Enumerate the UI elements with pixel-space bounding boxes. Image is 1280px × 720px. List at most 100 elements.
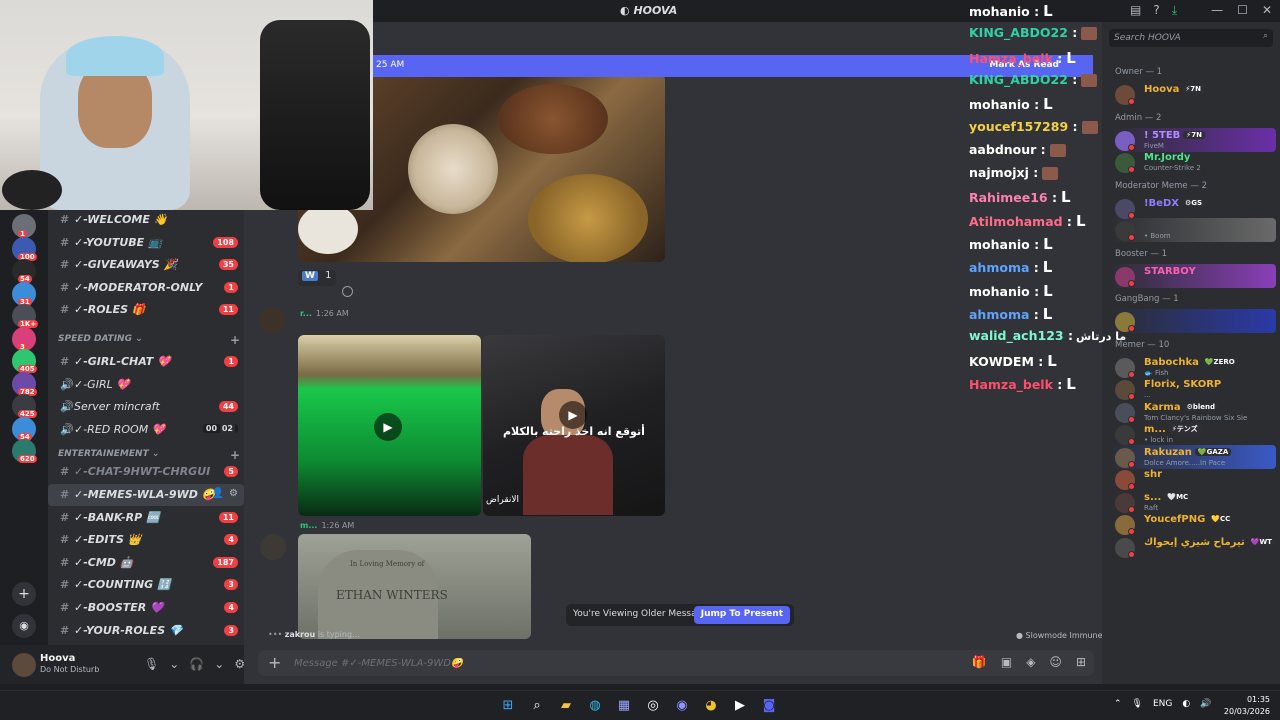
server-icon[interactable]: 31 — [12, 281, 36, 306]
message-input[interactable] — [294, 654, 934, 672]
add-member-icon[interactable]: 👤 — [212, 488, 224, 499]
member-item[interactable]: m... ⚡テンズ • lock in — [1110, 422, 1276, 446]
avatar[interactable] — [260, 534, 286, 560]
chrome-icon[interactable]: ◕ — [701, 696, 721, 716]
discord-icon[interactable]: ◙ — [759, 696, 779, 716]
add-server-icon[interactable]: + — [12, 582, 36, 606]
avatar[interactable] — [260, 308, 286, 334]
minimize-button[interactable]: — — [1211, 3, 1223, 17]
chevron-down-icon[interactable]: ⌄ — [214, 657, 224, 671]
message-author[interactable]: r... — [300, 309, 312, 318]
search-icon[interactable]: ⌕ — [1263, 31, 1268, 41]
channel-item[interactable]: # ✓-BOOSTER 💜 4 — [48, 597, 244, 619]
headphones-icon[interactable]: 🎧 — [189, 657, 204, 671]
attach-plus-icon[interactable]: + — [268, 653, 281, 672]
download-icon[interactable]: ⤓ — [1172, 3, 1177, 18]
discord-alt-icon[interactable]: ◉ — [672, 696, 692, 716]
channel-item[interactable]: # ✓-CMD 🤖 187 — [48, 552, 244, 574]
channel-item[interactable]: # ✓-GIVEAWAYS 🎉 35 — [48, 254, 244, 276]
member-item[interactable]: YoucefPNG 💛CC — [1110, 512, 1276, 536]
message-author[interactable]: m... — [300, 521, 317, 530]
app-icon[interactable]: ◎ — [643, 696, 663, 716]
network-icon[interactable]: ◐ — [1182, 699, 1190, 709]
maximize-button[interactable]: ☐ — [1237, 3, 1248, 17]
channel-item[interactable]: 🔊 ✓-GIRL 💖 — [48, 374, 244, 396]
server-icon[interactable]: 782 — [12, 371, 37, 396]
channel-item[interactable]: # ✓-BANK-RP 🆒 11 — [48, 507, 244, 529]
channel-item[interactable]: # ✓-COUNTING 🔢 3 — [48, 574, 244, 596]
close-button[interactable]: ✕ — [1262, 3, 1272, 17]
channel-item[interactable]: # ✓-YOUR-ROLES 💎 3 — [48, 620, 244, 642]
mic-tray-icon[interactable]: 🎙 — [1132, 699, 1143, 709]
settings-gear-icon[interactable]: ⚙ — [229, 488, 238, 499]
media-icon[interactable]: ▶ — [730, 696, 750, 716]
apps-icon[interactable]: ⊞ — [1076, 655, 1086, 669]
chevron-up-icon[interactable]: ⌃ — [1114, 699, 1122, 709]
sticker-icon[interactable]: ◈ — [1026, 655, 1035, 669]
member-item[interactable]: Karma ⚙blend Tom Clancy's Rainbow Six Sie — [1110, 400, 1276, 424]
volume-icon[interactable]: 🔊 — [1200, 699, 1211, 709]
inbox-icon[interactable]: ▤ — [1130, 3, 1141, 18]
server-icon[interactable]: 100 — [12, 236, 37, 261]
channel-item[interactable]: # ✓-CHAT-9HWT-CHRGUI 5 — [48, 461, 244, 483]
server-icon[interactable]: 405 — [12, 349, 37, 373]
search-input[interactable] — [1114, 31, 1254, 45]
channel-item[interactable]: # ✓-WELCOME 👋 — [48, 209, 244, 231]
server-icon[interactable]: 620 — [12, 439, 37, 463]
message-video-man[interactable]: ▶ أتوقع انه اخذ راحته بالكلام الانقراض — [483, 335, 665, 516]
server-icon[interactable]: 54 — [12, 259, 36, 283]
channel-item[interactable]: # ✓-EDITS 👑 4 — [48, 529, 244, 551]
member-item[interactable]: Florix, SKORP... — [1110, 377, 1276, 401]
avatar[interactable] — [12, 653, 36, 677]
member-item[interactable]: تيرماح شيزي إيحواك 💜WT — [1110, 535, 1276, 559]
member-item[interactable]: Mr.Jordy Counter-Strike 2 — [1110, 150, 1276, 174]
jump-to-present-button[interactable]: Jump To Present — [693, 606, 790, 624]
channel-item[interactable]: # ✓-ROLES 🎁 11 — [48, 299, 244, 321]
language-label[interactable]: ENG — [1153, 699, 1172, 709]
channel-item[interactable]: 🔊 Server mincraft 44 — [48, 396, 244, 418]
member-item[interactable]: Hoova ⚡7N — [1110, 82, 1276, 106]
emoji-icon[interactable]: ☺ — [1049, 655, 1062, 669]
channel-item[interactable]: # ✓-MODERATOR-ONLY 1 — [48, 277, 244, 299]
gif-icon[interactable]: ▣ — [1001, 655, 1012, 669]
add-channel-icon[interactable]: + — [230, 333, 240, 347]
settings-gear-icon[interactable]: ⚙ — [234, 657, 245, 671]
discover-icon[interactable]: ◉ — [12, 614, 36, 638]
channel-item[interactable]: # ✓-MEMES-WLA-9WD 🤪 👤 ⚙ — [48, 484, 244, 506]
add-channel-icon[interactable]: + — [230, 448, 240, 462]
member-item[interactable]: • Boom — [1110, 218, 1276, 242]
member-item[interactable]: STARBOY — [1110, 263, 1276, 288]
message-image-tombstone[interactable]: In Loving Memory of ETHAN WINTERS — [298, 534, 531, 639]
reaction-chip[interactable]: W 1 — [298, 270, 336, 286]
help-icon[interactable]: ? — [1153, 3, 1159, 18]
chevron-down-icon[interactable]: ⌄ — [169, 657, 179, 671]
search-icon[interactable]: ⌕ — [527, 696, 547, 716]
member-item[interactable]: ! 5TEB ⚡7N FiveM — [1110, 127, 1276, 152]
member-item[interactable]: shr — [1110, 467, 1276, 491]
member-item[interactable]: !BeDX ⚙GS — [1110, 196, 1276, 220]
folder-icon[interactable]: ▰ — [556, 696, 576, 716]
microphone-icon[interactable]: 🎙 — [144, 657, 159, 671]
server-icon[interactable]: 1K+ — [12, 304, 39, 328]
server-icon[interactable]: 3 — [12, 326, 36, 351]
clock[interactable]: 01:35 20/03/2026 — [1224, 694, 1270, 718]
server-icon[interactable]: 54 — [12, 416, 36, 441]
member-item[interactable]: s... 🤍MC Raft — [1110, 490, 1276, 514]
member-item[interactable]: Rakuzan 💚GAZA Dolce Amore.....In Pace — [1110, 444, 1276, 469]
add-reaction-icon[interactable] — [342, 286, 353, 297]
edge-icon[interactable]: ◍ — [585, 696, 605, 716]
server-icon[interactable]: 1 — [12, 214, 36, 238]
message-video-guitar[interactable]: ▶ — [298, 335, 481, 516]
server-icon[interactable]: 425 — [12, 394, 37, 418]
store-icon[interactable]: ▦ — [614, 696, 634, 716]
category-header[interactable]: SPEED DATING ⌄ + — [58, 333, 240, 347]
channel-item[interactable]: 🔊 ✓-RED ROOM 💖 00 02 — [48, 419, 244, 441]
gift-icon[interactable]: 🎁 — [972, 655, 987, 669]
search-box[interactable]: ⌕ — [1109, 29, 1273, 47]
play-icon[interactable]: ▶ — [374, 413, 402, 441]
channel-item[interactable]: # ✓-YOUTUBE 📺 108 — [48, 232, 244, 254]
channel-item[interactable]: # ✓-GIRL-CHAT 💖 1 — [48, 351, 244, 373]
member-item[interactable] — [1110, 309, 1276, 333]
category-header[interactable]: ENTERTAINEMENT ⌄ + — [58, 448, 240, 462]
member-item[interactable]: Babochka 💚ZERO 🐟 Fish — [1110, 355, 1276, 379]
